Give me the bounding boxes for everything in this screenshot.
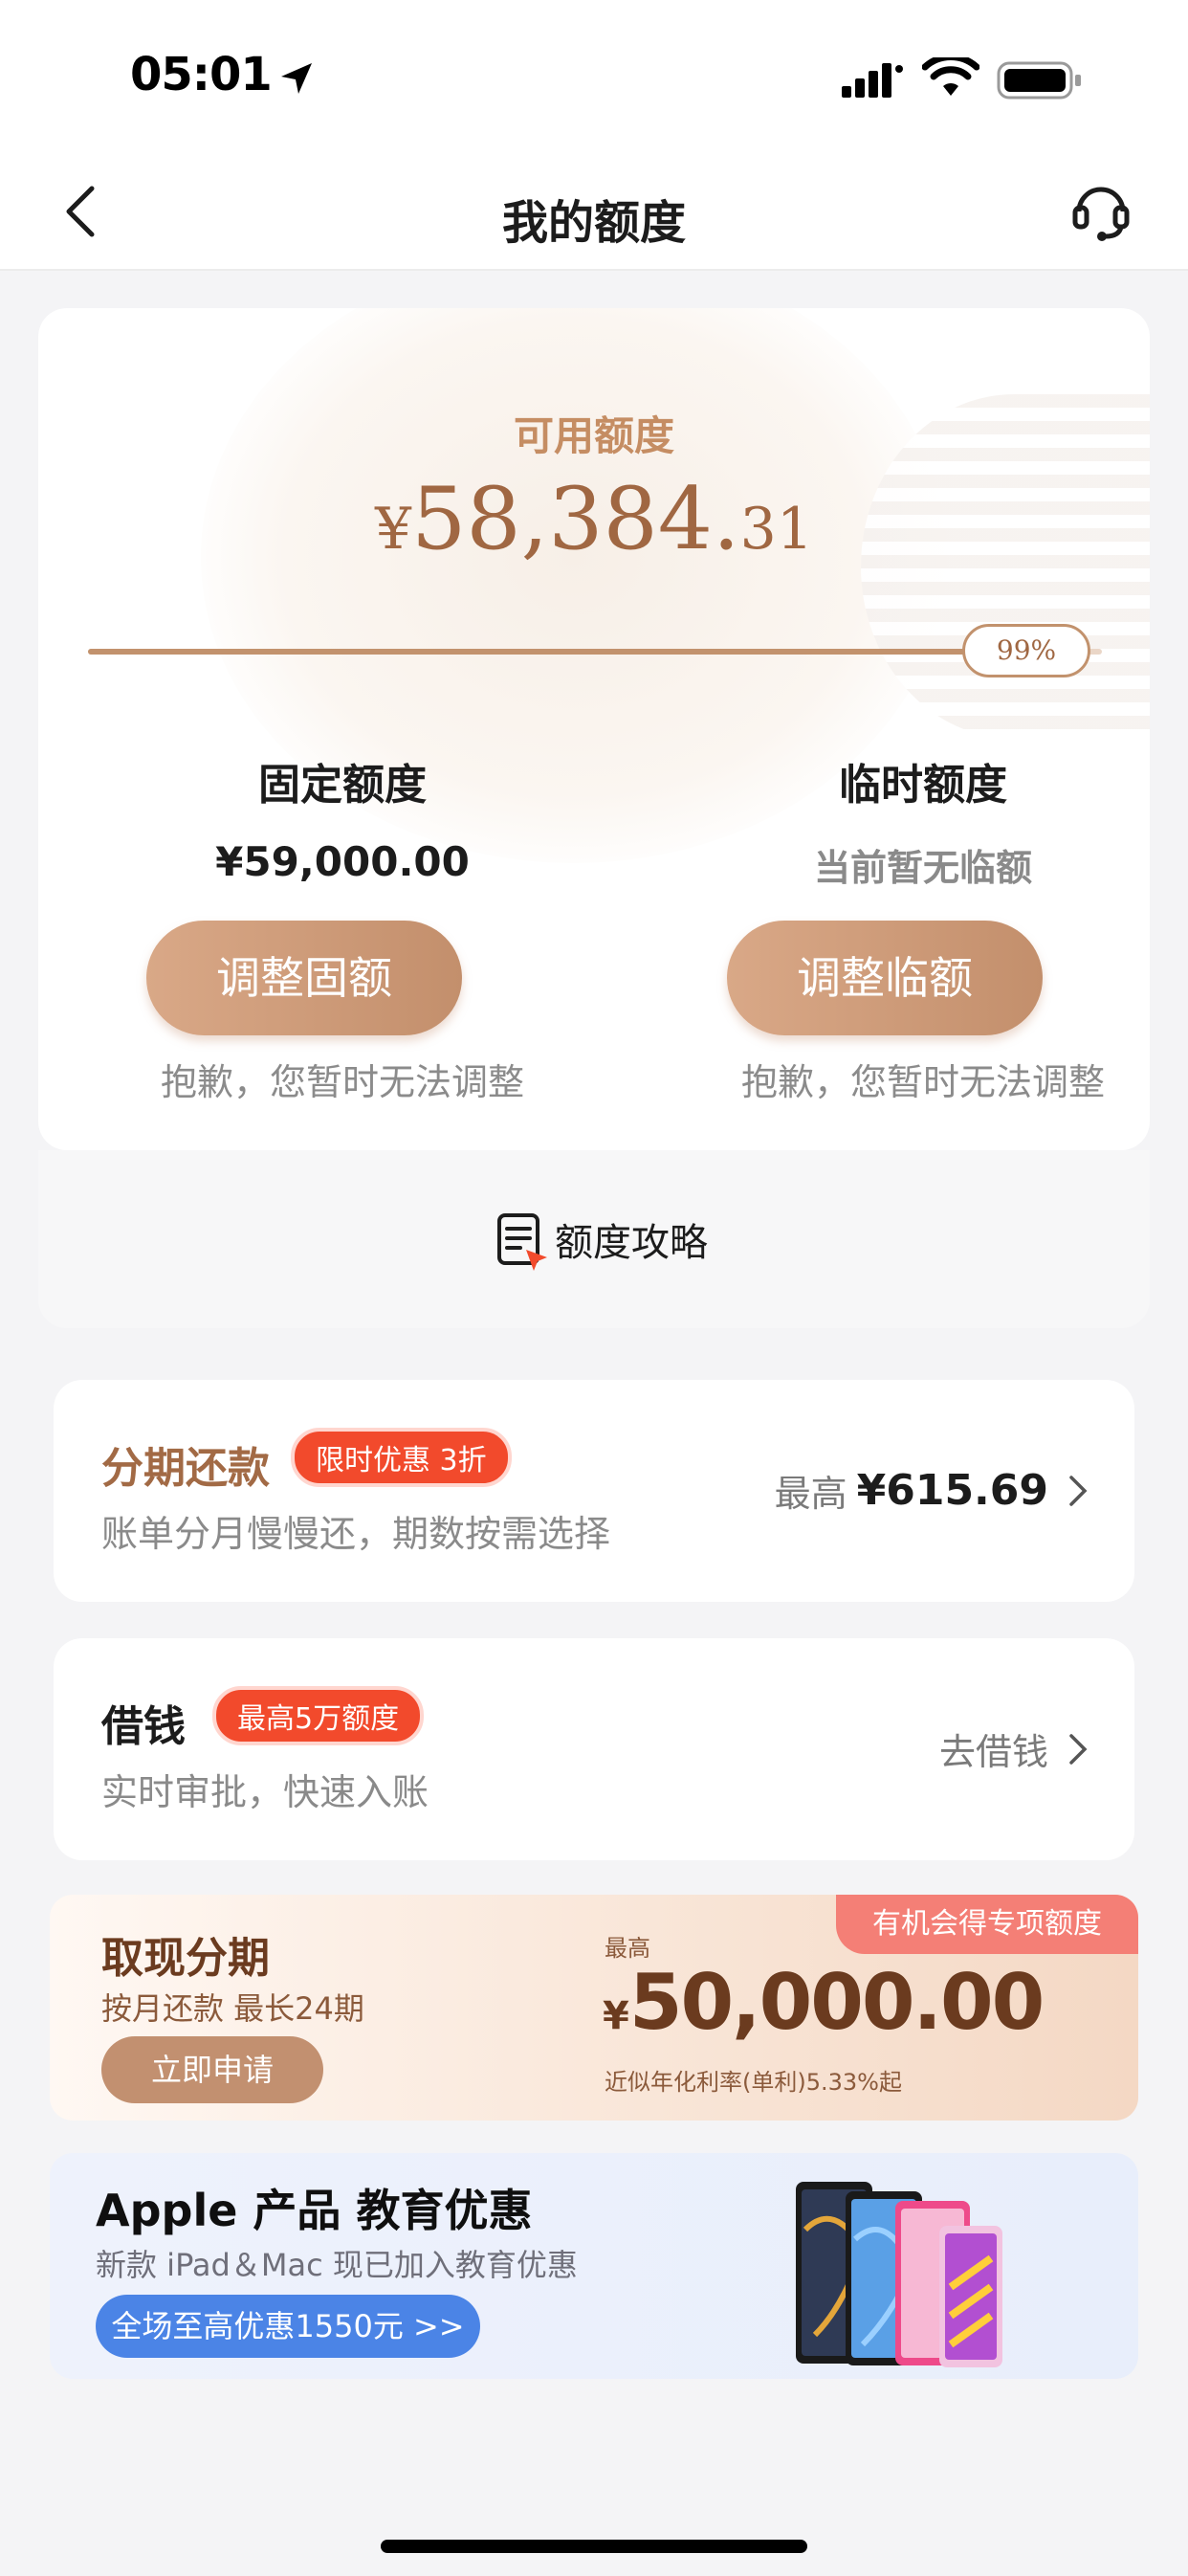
home-indicator [381, 2540, 807, 2553]
quota-progress-badge: 99% [962, 624, 1090, 677]
chevron-right-icon [1069, 1733, 1088, 1765]
apple-education-banner[interactable]: Apple 产品 教育优惠 新款 iPad＆Mac 现已加入教育优惠 全场至高优… [50, 2153, 1138, 2379]
apple-devices-image [796, 2182, 1002, 2367]
adjust-fixed-note: 抱歉，您暂时无法调整 [160, 1061, 524, 1103]
borrow-money-card[interactable]: 借钱 最高5万额度 实时审批，快速入账 去借钱 [54, 1638, 1134, 1860]
cash-installment-title: 取现分期 [101, 1934, 270, 1983]
cash-max-amount: ¥50,000.00 [603, 1958, 1045, 2047]
apply-now-button[interactable]: 立即申请 [101, 2036, 323, 2103]
borrow-subtitle: 实时审批，快速入账 [101, 1771, 429, 1813]
adjust-fixed-quota-button[interactable]: 调整固额 [146, 921, 462, 1035]
fixed-quota-title: 固定额度 [258, 761, 427, 810]
cellular-signal-icon [842, 63, 903, 98]
status-bar: 05:01 [0, 0, 1188, 158]
location-arrow-icon [281, 63, 312, 94]
installment-max: 最高 ¥615.69 [775, 1464, 1089, 1517]
fixed-quota-value: ¥59,000.00 [215, 838, 470, 885]
chevron-right-icon [1069, 1475, 1088, 1506]
available-quota-label: 可用额度 [513, 412, 674, 459]
quota-card: 可用额度 ¥58,384.31 99% 固定额度 ¥59,000.00 临时额度… [38, 308, 1150, 1150]
quota-strategy-label: 额度攻略 [555, 1221, 708, 1265]
installment-subtitle: 账单分月慢慢还，期数按需选择 [101, 1513, 611, 1555]
wifi-icon [922, 57, 979, 96]
adjust-temporary-quota-button[interactable]: 调整临额 [727, 921, 1043, 1035]
temporary-quota-value: 当前暂无临额 [813, 847, 1032, 889]
installment-promo-badge: 限时优惠 3折 [291, 1428, 512, 1487]
quota-progress-fill [88, 649, 992, 655]
temporary-quota-title: 临时额度 [839, 761, 1007, 810]
apple-banner-subtitle: 新款 iPad＆Mac 现已加入教育优惠 [96, 2247, 578, 2283]
available-quota-amount: ¥58,384.31 [374, 469, 814, 569]
page-title: 我的额度 [501, 196, 686, 250]
installment-max-label: 最高 [774, 1473, 847, 1515]
cash-installment-subtitle: 按月还款 最长24期 [101, 1990, 364, 2027]
installment-title: 分期还款 [101, 1444, 270, 1493]
borrow-action[interactable]: 去借钱 [939, 1722, 1089, 1775]
cash-interest-rate: 近似年化利率(单利)5.33%起 [605, 2069, 902, 2096]
borrow-action-label: 去借钱 [938, 1731, 1048, 1773]
temporary-quota-column: 临时额度 当前暂无临额 [693, 750, 1150, 891]
adjust-temporary-note: 抱歉，您暂时无法调整 [740, 1061, 1105, 1103]
installment-max-value: ¥615.69 [856, 1466, 1048, 1515]
status-time: 05:01 [130, 48, 273, 101]
nav-bar: 我的额度 [0, 158, 1188, 271]
quota-progress-bar [88, 649, 1102, 655]
document-guide-icon [497, 1213, 547, 1271]
cash-installment-banner[interactable]: 取现分期 按月还款 最长24期 立即申请 最高 ¥50,000.00 近似年化利… [50, 1895, 1138, 2121]
fixed-quota-column: 固定额度 ¥59,000.00 [113, 750, 572, 885]
battery-icon [997, 61, 1081, 100]
apple-banner-title: Apple 产品 教育优惠 [96, 2185, 533, 2236]
customer-service-icon[interactable] [1071, 179, 1131, 242]
borrow-promo-badge: 最高5万额度 [212, 1686, 425, 1745]
borrow-title: 借钱 [101, 1702, 186, 1751]
special-quota-badge: 有机会得专项额度 [836, 1895, 1138, 1954]
apple-discount-button[interactable]: 全场至高优惠1550元 >> [96, 2295, 480, 2358]
installment-repayment-card[interactable]: 分期还款 限时优惠 3折 账单分月慢慢还，期数按需选择 最高 ¥615.69 [54, 1380, 1134, 1602]
quota-strategy-link[interactable]: 额度攻略 [38, 1150, 1150, 1328]
